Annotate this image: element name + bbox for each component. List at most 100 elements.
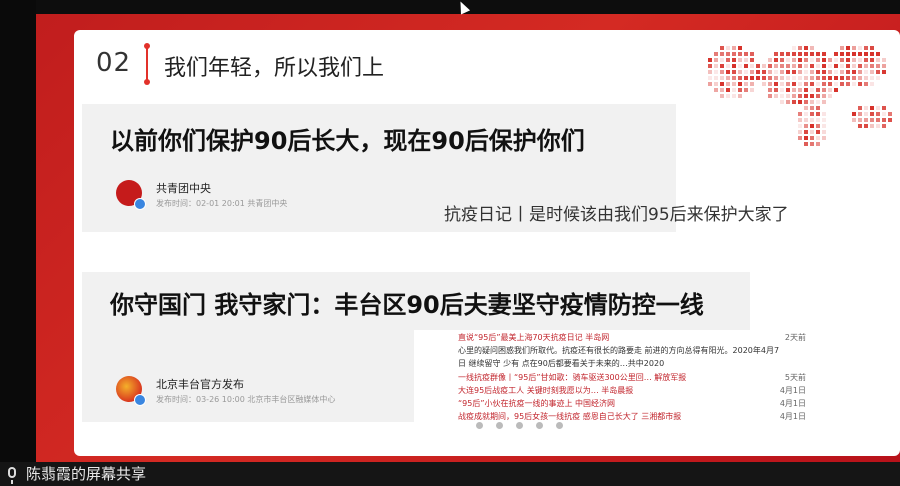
map-dot (876, 58, 880, 62)
map-dot (720, 70, 724, 74)
map-dot (810, 88, 814, 92)
map-dot (822, 82, 826, 86)
map-dot (876, 106, 880, 110)
map-dot (810, 94, 814, 98)
carousel-dot[interactable] (516, 422, 523, 429)
map-dot (786, 94, 790, 98)
map-dot (792, 70, 796, 74)
map-dot (870, 58, 874, 62)
map-dot (882, 64, 886, 68)
news-item-title: 一线抗疫群像丨“95后”甘如歌：骑车驱送300公里回… 解放军报 (458, 373, 687, 382)
map-dot (876, 64, 880, 68)
carousel-dot[interactable] (536, 422, 543, 429)
map-dot (846, 76, 850, 80)
map-dot (744, 64, 748, 68)
map-dot (720, 88, 724, 92)
map-dot (792, 88, 796, 92)
map-dot (864, 118, 868, 122)
map-dot (726, 88, 730, 92)
map-dot (828, 76, 832, 80)
map-dot (798, 118, 802, 122)
map-dot (876, 52, 880, 56)
map-dot (858, 124, 862, 128)
map-dot (804, 100, 808, 104)
map-dot (870, 46, 874, 50)
map-dot (714, 58, 718, 62)
map-dot (750, 76, 754, 80)
map-dot (840, 46, 844, 50)
map-dot (828, 82, 832, 86)
map-dot (858, 112, 862, 116)
map-dot (882, 106, 886, 110)
map-dot (792, 94, 796, 98)
map-dot (876, 124, 880, 128)
map-dot (744, 82, 748, 86)
map-dot (780, 76, 784, 80)
map-dot (864, 82, 868, 86)
map-dot (732, 82, 736, 86)
map-dot (786, 100, 790, 104)
map-dot (750, 82, 754, 86)
map-dot (792, 52, 796, 56)
map-dot (858, 82, 862, 86)
map-dot (774, 94, 778, 98)
map-dot (774, 52, 778, 56)
map-dot (816, 124, 820, 128)
map-dot (822, 130, 826, 134)
map-dot (822, 100, 826, 104)
map-dot (822, 112, 826, 116)
verified-icon (134, 198, 146, 210)
map-dot (858, 106, 862, 110)
map-dot (756, 64, 760, 68)
carousel-dot[interactable] (496, 422, 503, 429)
map-dot (792, 46, 796, 50)
map-dot (846, 58, 850, 62)
map-dot (876, 76, 880, 80)
map-dot (780, 64, 784, 68)
map-dot (738, 70, 742, 74)
map-dot (810, 130, 814, 134)
carousel-dots[interactable] (476, 422, 576, 431)
article-1-headline: 以前你们保护90后长大，现在90后保护你们 (110, 127, 585, 155)
map-dot (816, 106, 820, 110)
slide-title: 我们年轻，所以我们上 (164, 56, 385, 81)
map-dot (816, 64, 820, 68)
map-dot (816, 94, 820, 98)
map-dot (768, 76, 772, 80)
map-dot (726, 46, 730, 50)
article-2-meta: 发布时间：03-26 10:00 北京市丰台区融媒体中心 (156, 395, 336, 404)
map-dot (870, 52, 874, 56)
map-dot (840, 64, 844, 68)
carousel-dot[interactable] (476, 422, 483, 429)
map-dot (810, 82, 814, 86)
map-dot (858, 52, 862, 56)
map-dot (768, 70, 772, 74)
map-dot (870, 106, 874, 110)
map-dot (774, 58, 778, 62)
map-dot (768, 82, 772, 86)
map-dot (846, 46, 850, 50)
map-dot (732, 64, 736, 68)
map-dot (714, 70, 718, 74)
map-dot (714, 88, 718, 92)
microphone-icon[interactable] (8, 467, 16, 484)
map-dot (720, 52, 724, 56)
map-dot (882, 112, 886, 116)
map-dot (804, 46, 808, 50)
map-dot (750, 88, 754, 92)
map-dot (822, 124, 826, 128)
news-item-title: 心里的疑问困惑我们所取代。抗疫还有很长的路要走 前进的方向总得有阳光。2020年… (458, 346, 780, 355)
map-dot (804, 76, 808, 80)
verified-icon (134, 394, 146, 406)
news-item: 战疫成就期间，95后女孩一线抗疫 感恩自己长大了 三湘都市报 4月1日 (458, 411, 806, 422)
map-dot (816, 82, 820, 86)
map-dot (870, 64, 874, 68)
carousel-dot[interactable] (556, 422, 563, 429)
map-dot (852, 76, 856, 80)
map-dot (864, 106, 868, 110)
map-dot (822, 136, 826, 140)
map-dot (870, 82, 874, 86)
map-dot (804, 94, 808, 98)
map-dot (744, 76, 748, 80)
map-dot (864, 46, 868, 50)
